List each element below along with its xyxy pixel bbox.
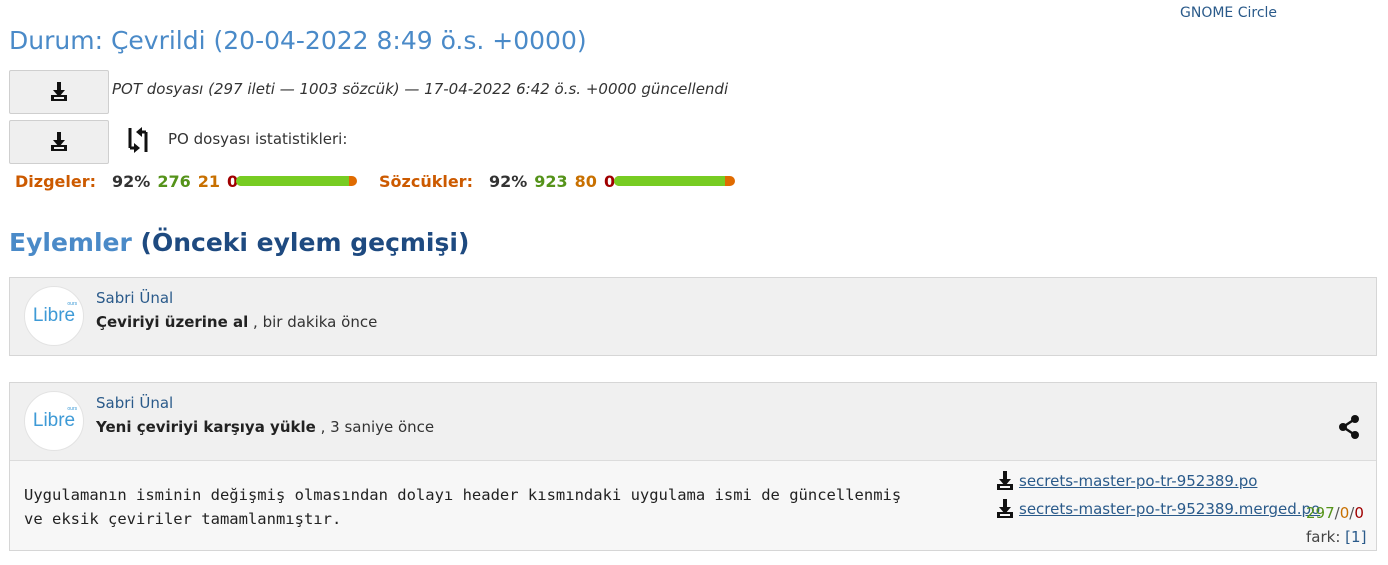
action-entry: Libre ours Sabri Ünal Yeni çeviriyi karşı… bbox=[9, 382, 1377, 551]
words-translated: 923 bbox=[534, 171, 568, 191]
strings-translated: 276 bbox=[157, 171, 191, 191]
action-name: Yeni çeviriyi karşıya yükle bbox=[96, 418, 316, 436]
action-entry-header: Libre ours Sabri Ünal Yeni çeviriyi karşı… bbox=[10, 383, 1376, 461]
file-item: secrets-master-po-tr-952389.merged.po bbox=[996, 499, 1320, 519]
words-percent: 92% bbox=[488, 171, 528, 191]
strings-progress-bar bbox=[236, 176, 357, 186]
strings-progress-fill bbox=[236, 176, 349, 186]
pot-file-info: POT dosyası (297 ileti — 1003 sözcük) — … bbox=[112, 80, 729, 98]
action-time: , bir dakika önce bbox=[253, 313, 378, 331]
download-icon bbox=[51, 132, 67, 151]
action-entry: Libre ours Sabri Ünal Çeviriyi üzerine al… bbox=[9, 277, 1377, 356]
action-history-link[interactable]: (Önceki eylem geçmişi) bbox=[141, 228, 470, 257]
action-description: Çeviriyi üzerine al , bir dakika önce bbox=[96, 313, 377, 331]
file-item: secrets-master-po-tr-952389.po bbox=[996, 471, 1257, 491]
po-stats-label: PO dosyası istatistikleri: bbox=[168, 130, 348, 148]
vcs-sync-icon[interactable] bbox=[122, 124, 154, 156]
diff-link[interactable]: [1] bbox=[1345, 528, 1366, 546]
words-progress-fill bbox=[614, 176, 726, 186]
merged-po-file-link[interactable]: secrets-master-po-tr-952389.merged.po bbox=[1019, 500, 1320, 518]
po-file-link[interactable]: secrets-master-po-tr-952389.po bbox=[1019, 472, 1257, 490]
actions-heading: Eylemler (Önceki eylem geçmişi) bbox=[9, 228, 469, 257]
avatar: Libre ours bbox=[24, 391, 84, 451]
file-stats: 297/0/0 bbox=[1306, 504, 1364, 522]
strings-percent: 92% bbox=[112, 171, 151, 191]
comment-text: Uygulamanın isminin değişmiş olmasından … bbox=[24, 486, 902, 528]
user-link[interactable]: Sabri Ünal bbox=[96, 394, 173, 412]
action-description: Yeni çeviriyi karşıya yükle , 3 saniye ö… bbox=[96, 418, 434, 436]
action-name: Çeviriyi üzerine al bbox=[96, 313, 249, 331]
avatar-logo: Libre ours bbox=[32, 406, 78, 431]
gnome-circle-link[interactable]: GNOME Circle bbox=[1180, 5, 1277, 21]
pot-download-button[interactable] bbox=[9, 70, 109, 114]
strings-fuzzy: 21 bbox=[197, 171, 220, 191]
strings-stats: Dizgeler: 92% 276 21 0 bbox=[15, 170, 238, 192]
status-heading: Durum: Çevrildi (20-04-2022 8:49 ö.s. +0… bbox=[9, 26, 587, 55]
download-icon bbox=[997, 499, 1013, 518]
words-fuzzy: 80 bbox=[574, 171, 597, 191]
download-icon bbox=[997, 471, 1013, 490]
diff-label: fark: bbox=[1306, 528, 1341, 546]
words-progress-bar bbox=[614, 176, 735, 186]
file-untranslated-count: 0 bbox=[1354, 504, 1364, 522]
po-download-button[interactable] bbox=[9, 120, 109, 164]
action-time: , 3 saniye önce bbox=[320, 418, 435, 436]
diff-row: fark: [1] bbox=[1306, 528, 1366, 546]
words-label: Sözcükler: bbox=[379, 171, 473, 191]
file-fuzzy-count: 0 bbox=[1339, 504, 1350, 522]
share-icon[interactable] bbox=[1338, 415, 1360, 439]
strings-label: Dizgeler: bbox=[15, 171, 97, 191]
action-entry-body: Uygulamanın isminin değişmiş olmasından … bbox=[10, 461, 1376, 550]
user-link[interactable]: Sabri Ünal bbox=[96, 289, 173, 307]
download-icon bbox=[51, 82, 67, 101]
words-stats: Sözcükler: 92% 923 80 0 bbox=[379, 170, 615, 192]
actions-title: Eylemler bbox=[9, 228, 132, 257]
avatar-logo: Libre ours bbox=[32, 301, 78, 326]
file-translated-count: 297 bbox=[1306, 504, 1335, 522]
avatar: Libre ours bbox=[24, 286, 84, 346]
